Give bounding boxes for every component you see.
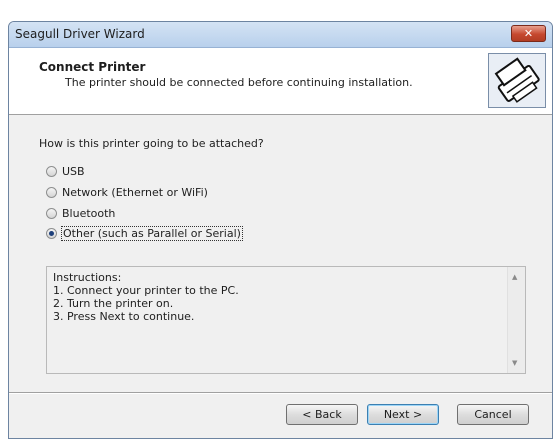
instructions-scrollbar[interactable]: ▲ ▼ bbox=[507, 267, 525, 373]
window-title: Seagull Driver Wizard bbox=[15, 27, 145, 41]
radio-usb[interactable]: USB bbox=[46, 163, 85, 179]
wizard-header: Connect Printer The printer should be co… bbox=[9, 48, 552, 115]
radio-circle-selected[interactable] bbox=[46, 227, 57, 239]
close-icon: ✕ bbox=[523, 27, 534, 40]
radio-label-other[interactable]: Other (such as Parallel or Serial) bbox=[61, 225, 243, 241]
radio-network[interactable]: Network (Ethernet or WiFi) bbox=[46, 184, 208, 200]
printer-icon bbox=[488, 53, 546, 108]
next-button[interactable]: Next > bbox=[367, 404, 439, 425]
radio-circle[interactable] bbox=[46, 207, 57, 219]
scroll-up-icon[interactable]: ▲ bbox=[512, 273, 517, 281]
title-bar[interactable]: Seagull Driver Wizard ✕ bbox=[9, 22, 552, 48]
cancel-button[interactable]: Cancel bbox=[457, 404, 529, 425]
attach-question: How is this printer going to be attached… bbox=[39, 137, 264, 150]
instructions-box: Instructions: 1. Connect your printer to… bbox=[46, 266, 526, 374]
wizard-window: Seagull Driver Wizard ✕ Connect Printer … bbox=[8, 21, 553, 439]
close-button[interactable]: ✕ bbox=[511, 25, 546, 42]
instruction-line: 2. Turn the printer on. bbox=[53, 297, 174, 310]
instruction-line: 3. Press Next to continue. bbox=[53, 310, 195, 323]
radio-label-network[interactable]: Network (Ethernet or WiFi) bbox=[62, 186, 208, 199]
radio-bluetooth[interactable]: Bluetooth bbox=[46, 205, 115, 221]
radio-label-usb[interactable]: USB bbox=[62, 165, 85, 178]
radio-other[interactable]: Other (such as Parallel or Serial) bbox=[46, 225, 243, 241]
footer-divider bbox=[9, 392, 552, 394]
scroll-down-icon[interactable]: ▼ bbox=[512, 359, 517, 367]
radio-circle[interactable] bbox=[46, 165, 57, 177]
page-title: Connect Printer bbox=[39, 60, 146, 74]
page-subtitle: The printer should be connected before c… bbox=[65, 76, 413, 89]
instruction-line: 1. Connect your printer to the PC. bbox=[53, 284, 239, 297]
back-button[interactable]: < Back bbox=[286, 404, 358, 425]
instructions-heading: Instructions: bbox=[53, 271, 122, 284]
radio-label-bluetooth[interactable]: Bluetooth bbox=[62, 207, 115, 220]
radio-circle[interactable] bbox=[46, 186, 57, 198]
